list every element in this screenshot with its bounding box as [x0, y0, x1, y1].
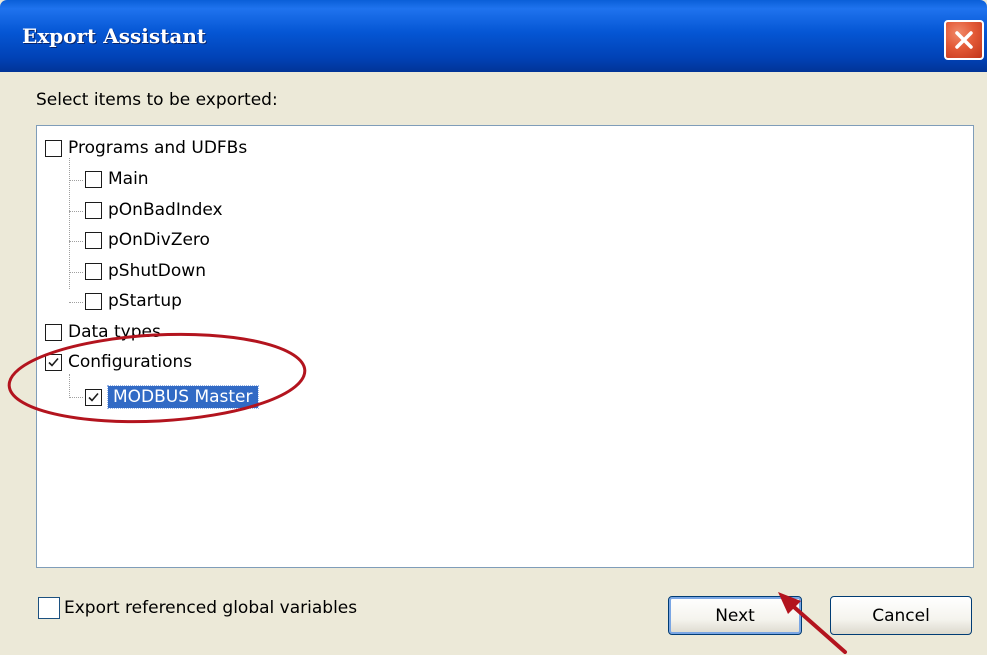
tree-item-label-selected: MODBUS Master — [107, 385, 259, 409]
instruction-label: Select items to be exported: — [36, 90, 278, 110]
tree-connector — [69, 211, 83, 212]
checkbox[interactable] — [85, 170, 102, 188]
tree-item-main[interactable]: Main — [85, 164, 149, 194]
tree-item-pshutdown[interactable]: pShutDown — [85, 256, 206, 286]
tree-connector — [69, 272, 83, 273]
tree-connector — [69, 158, 70, 289]
export-globals-checkbox[interactable] — [38, 597, 60, 619]
close-button[interactable] — [944, 20, 984, 60]
cancel-button[interactable]: Cancel — [830, 596, 972, 635]
tree-item-label: pOnBadIndex — [108, 200, 223, 220]
checkmark-icon — [88, 392, 99, 402]
checkbox[interactable] — [45, 139, 62, 157]
tree-item-label: pOnDivZero — [108, 230, 210, 250]
tree-item-configurations[interactable]: Configurations — [45, 347, 192, 377]
export-assistant-dialog: Export Assistant Select items to be expo… — [0, 0, 987, 655]
export-globals-option[interactable]: Export referenced global variables — [38, 597, 357, 619]
tree-connector — [69, 241, 83, 242]
tree-item-label: Programs and UDFBs — [68, 138, 248, 158]
tree-item-programs-and-udfbs[interactable]: Programs and UDFBs — [45, 133, 247, 163]
title-bar[interactable]: Export Assistant — [0, 0, 987, 72]
next-button[interactable]: Next — [668, 596, 802, 635]
checkbox-checked[interactable] — [85, 388, 102, 406]
checkbox[interactable] — [85, 292, 102, 310]
checkbox[interactable] — [85, 231, 102, 249]
checkbox[interactable] — [85, 201, 102, 219]
tree-item-label: pStartup — [108, 291, 182, 311]
close-icon — [955, 31, 973, 49]
tree-item-ponbadindex[interactable]: pOnBadIndex — [85, 195, 223, 225]
checkbox[interactable] — [85, 262, 102, 280]
tree-item-data-types[interactable]: Data types — [45, 317, 161, 347]
checkbox[interactable] — [45, 323, 62, 341]
dialog-title: Export Assistant — [22, 24, 207, 48]
tree-connector — [69, 180, 83, 181]
tree-item-pondivzero[interactable]: pOnDivZero — [85, 225, 210, 255]
tree-item-label: Data types — [68, 322, 161, 342]
tree-connector — [69, 374, 70, 398]
tree-item-modbus-master[interactable]: MODBUS Master — [85, 382, 259, 412]
export-globals-label: Export referenced global variables — [64, 598, 358, 618]
checkbox-checked[interactable] — [45, 353, 62, 371]
tree-item-label: Main — [108, 169, 149, 189]
tree-item-pstartup[interactable]: pStartup — [85, 286, 182, 316]
export-items-tree[interactable]: Programs and UDFBs Main pOnBadIndex pOnD… — [36, 125, 974, 568]
tree-connector — [69, 302, 83, 303]
checkmark-icon — [48, 357, 59, 367]
tree-item-label: pShutDown — [108, 261, 206, 281]
tree-item-label: Configurations — [68, 352, 193, 372]
tree-connector — [69, 397, 83, 398]
